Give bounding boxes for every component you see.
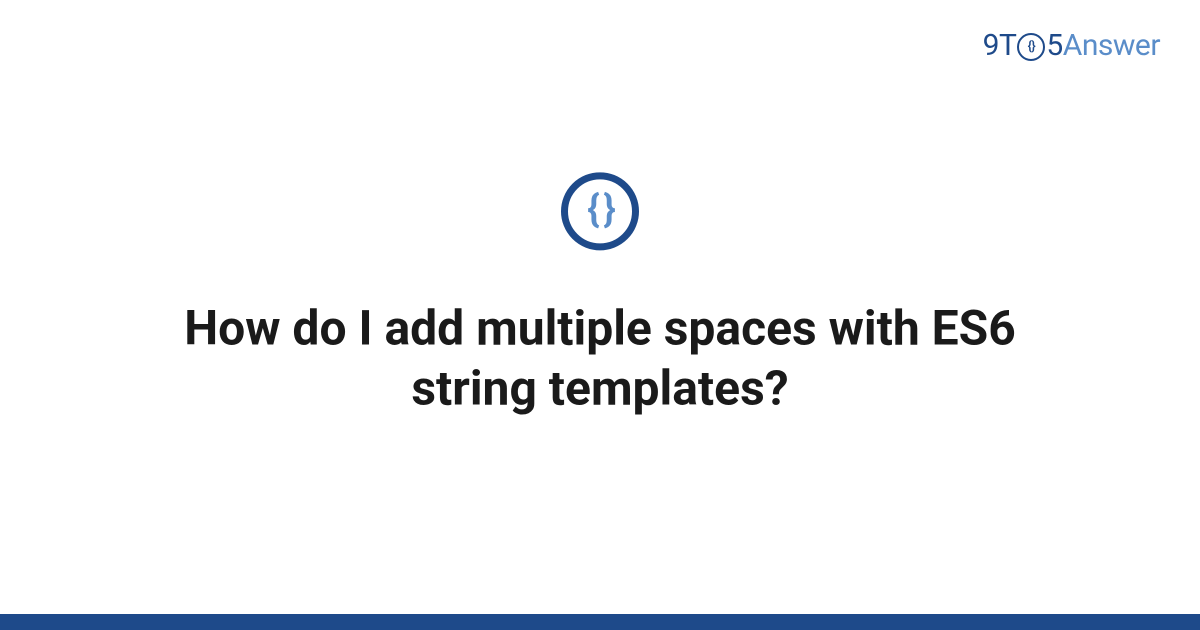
braces-icon: { }	[561, 172, 639, 250]
logo-text-9t: 9T	[983, 28, 1017, 63]
main-content: { } How do I add multiple spaces with ES…	[0, 172, 1200, 418]
logo-circle-icon: {}	[1017, 33, 1045, 61]
logo-text-answer: Answer	[1063, 28, 1160, 63]
logo-circle-glyph: {}	[1028, 39, 1036, 54]
site-logo: 9T {} 5 Answer	[983, 28, 1160, 63]
braces-glyph: { }	[587, 190, 613, 228]
category-icon-wrap: { }	[561, 172, 639, 250]
footer-bar	[0, 614, 1200, 630]
question-title: How do I add multiple spaces with ES6 st…	[120, 298, 1080, 418]
logo-text-5: 5	[1046, 28, 1062, 63]
